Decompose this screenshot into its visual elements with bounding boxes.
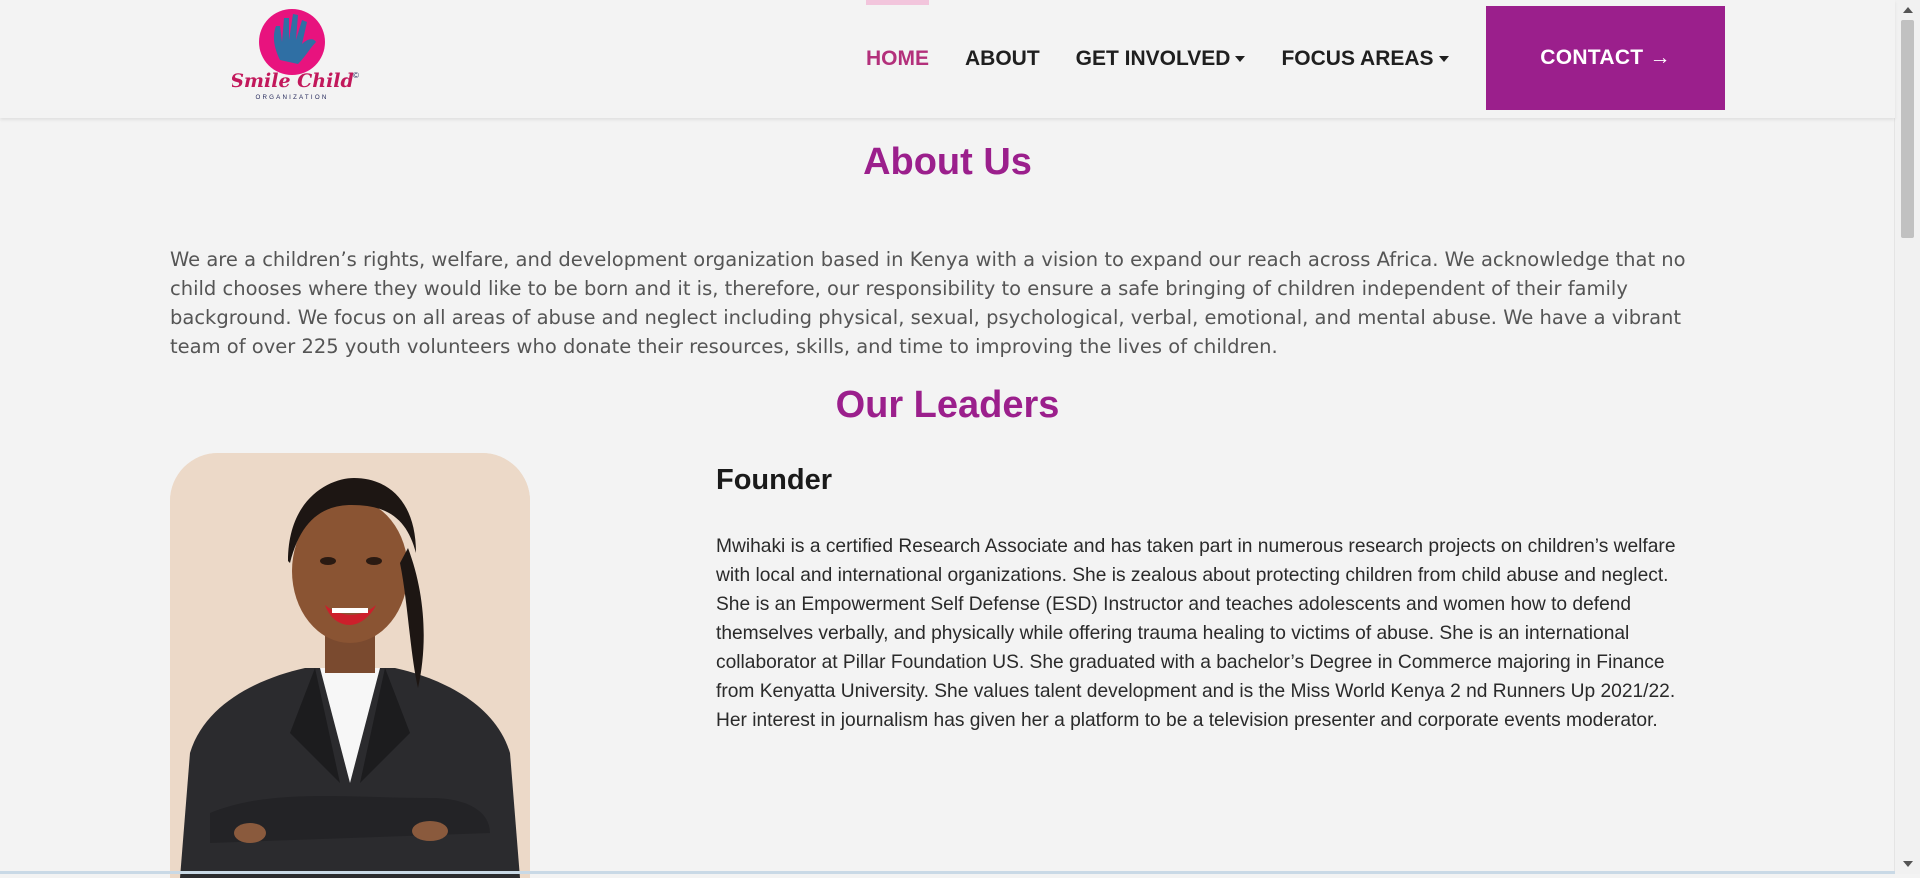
arrow-right-icon: →: [1649, 46, 1671, 69]
nav-item-label: GET INVOLVED: [1075, 47, 1231, 70]
section-title-leaders: Our Leaders: [835, 384, 1060, 426]
nav-item-label: HOME: [866, 47, 929, 70]
nav-item-focus-areas[interactable]: FOCUS AREAS: [1281, 47, 1449, 71]
leader-role: Founder: [716, 464, 832, 496]
nav-item-get-involved[interactable]: GET INVOLVED: [1076, 47, 1246, 71]
nav-item-label: FOCUS AREAS: [1281, 47, 1434, 70]
contact-button[interactable]: CONTACT →: [1486, 6, 1725, 110]
logo-title: Smile Child: [232, 70, 354, 92]
main-nav: HOME ABOUT GET INVOLVED FOCUS AREAS: [866, 0, 1485, 118]
leader-photo: [170, 453, 530, 878]
about-text: We are a children’s rights, welfare, and…: [170, 248, 1686, 358]
nav-item-label: ABOUT: [965, 47, 1040, 70]
caret-down-icon: [1438, 56, 1449, 63]
site-logo[interactable]: Smile Child © ORGANIZATION: [232, 8, 360, 104]
caret-down-icon: [1235, 56, 1246, 63]
logo-subtitle: ORGANIZATION: [255, 94, 328, 101]
scroll-up-icon[interactable]: [1903, 7, 1913, 13]
copyright-mark: ©: [353, 71, 359, 80]
leader-bio: Mwihaki is a certified Research Associat…: [716, 536, 1676, 731]
scroll-thumb[interactable]: [1901, 20, 1914, 238]
founder-portrait-image: [170, 453, 530, 878]
nav-item-about[interactable]: ABOUT: [965, 47, 1040, 71]
site-header: Smile Child © ORGANIZATION HOME ABOUT GE…: [0, 0, 1895, 118]
contact-button-label: CONTACT: [1540, 46, 1644, 69]
page-title: About Us: [863, 141, 1032, 183]
nav-item-home[interactable]: HOME: [866, 0, 929, 71]
page-scrollbar[interactable]: [1894, 0, 1920, 874]
scroll-down-icon[interactable]: [1903, 861, 1913, 867]
